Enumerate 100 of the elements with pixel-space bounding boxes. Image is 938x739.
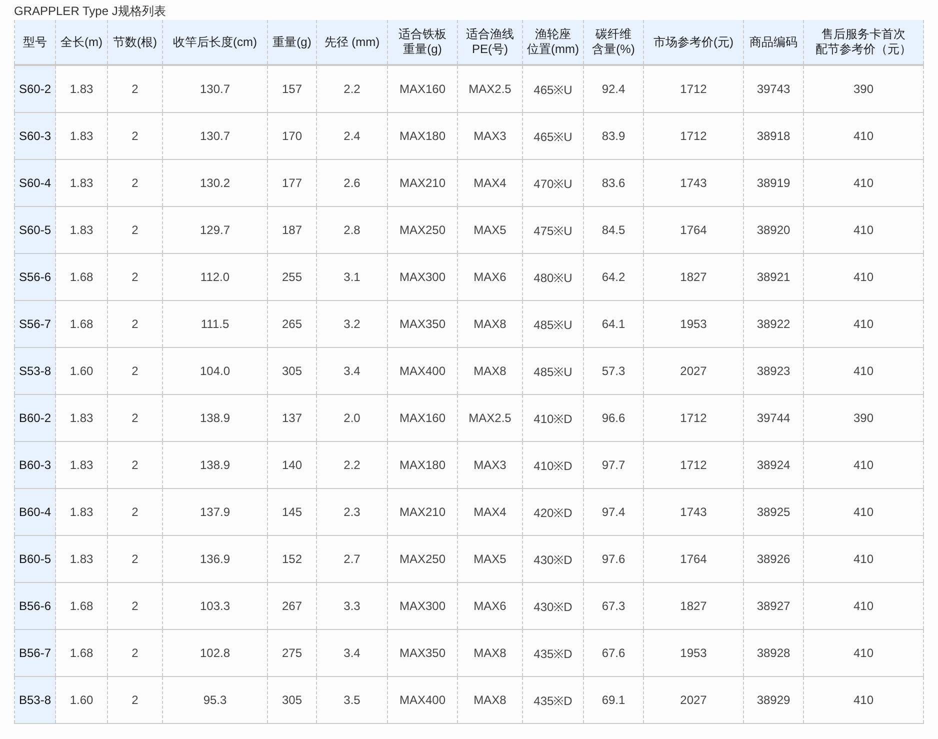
column-header: 节数(根) xyxy=(113,34,157,50)
table-cell: 38920 xyxy=(744,206,804,254)
table-cell: 157 xyxy=(268,65,316,112)
column-header: 渔轮座 xyxy=(535,27,571,42)
table-cell: 1.83 xyxy=(56,536,108,582)
table-cell: 38925 xyxy=(744,488,804,536)
table-cell: MAX5 xyxy=(458,536,522,582)
table-cell: 2.2 xyxy=(316,65,388,112)
table-cell: 1.83 xyxy=(56,160,108,206)
table-cell: 1.83 xyxy=(56,442,108,488)
table-cell: 1.60 xyxy=(56,348,108,394)
table-cell: MAX4 xyxy=(458,160,522,206)
table-cell: 1.68 xyxy=(56,300,108,348)
table-cell: MAX300 xyxy=(388,582,458,630)
table-cell: 102.8 xyxy=(162,630,268,676)
row-header-cell: B56-6 xyxy=(14,582,56,630)
table-cell: 67.3 xyxy=(584,582,644,630)
table-cell: 410 xyxy=(804,206,924,254)
table-cell: MAX6 xyxy=(458,582,522,630)
table-cell: 1953 xyxy=(644,300,744,348)
table-cell: MAX180 xyxy=(388,442,458,488)
table-cell: 410 xyxy=(804,630,924,676)
table-cell: 2.0 xyxy=(316,394,388,442)
table-cell: 2 xyxy=(108,112,162,160)
column-header: 市场参考价(元) xyxy=(654,34,734,50)
table-cell: MAX8 xyxy=(458,630,522,676)
table-cell: 64.1 xyxy=(584,300,644,348)
table-cell: 1.60 xyxy=(56,676,108,724)
table-cell: 3.1 xyxy=(316,254,388,300)
table-cell: 97.6 xyxy=(584,536,644,582)
table-cell: 305 xyxy=(268,676,316,724)
table-cell: 3.5 xyxy=(316,676,388,724)
column-header: 含量(%) xyxy=(592,42,635,57)
table-cell: 435※D xyxy=(522,676,584,724)
table-cell: 96.6 xyxy=(584,394,644,442)
row-header-cell: S60-2 xyxy=(14,65,56,112)
table-cell: 95.3 xyxy=(162,676,268,724)
table-cell: 38922 xyxy=(744,300,804,348)
table-cell: 39744 xyxy=(744,394,804,442)
column-header: PE(号) xyxy=(472,42,508,57)
table-cell: 265 xyxy=(268,300,316,348)
table-cell: 136.9 xyxy=(162,536,268,582)
table-cell: MAX2.5 xyxy=(458,394,522,442)
table-cell: 38926 xyxy=(744,536,804,582)
table-cell: 3.3 xyxy=(316,582,388,630)
table-cell: 2 xyxy=(108,300,162,348)
table-cell: 410 xyxy=(804,582,924,630)
column-header: 售后服务卡首次 xyxy=(822,27,906,42)
table-cell: 92.4 xyxy=(584,65,644,112)
table-cell: 410 xyxy=(804,254,924,300)
table-cell: 145 xyxy=(268,488,316,536)
table-cell: 111.5 xyxy=(162,300,268,348)
table-cell: 410 xyxy=(804,112,924,160)
table-cell: 2.6 xyxy=(316,160,388,206)
table-cell: 410 xyxy=(804,442,924,488)
table-cell: 38921 xyxy=(744,254,804,300)
table-cell: 152 xyxy=(268,536,316,582)
table-cell: 38923 xyxy=(744,348,804,394)
table-cell: 430※D xyxy=(522,582,584,630)
column-header: 收竿后长度(cm) xyxy=(173,34,257,50)
table-cell: 2 xyxy=(108,254,162,300)
table-cell: MAX210 xyxy=(388,488,458,536)
table-cell: 465※U xyxy=(522,65,584,112)
table-cell: 435※D xyxy=(522,630,584,676)
table-cell: 1.68 xyxy=(56,630,108,676)
table-cell: 305 xyxy=(268,348,316,394)
table-cell: 470※U xyxy=(522,160,584,206)
table-cell: 64.2 xyxy=(584,254,644,300)
row-header-cell: B60-4 xyxy=(14,488,56,536)
table-cell: 1.83 xyxy=(56,394,108,442)
table-cell: 2 xyxy=(108,442,162,488)
column-header: 碳纤维 xyxy=(596,27,632,42)
column-header: 型号 xyxy=(23,34,47,50)
table-cell: 67.6 xyxy=(584,630,644,676)
table-cell: 137 xyxy=(268,394,316,442)
table-cell: 104.0 xyxy=(162,348,268,394)
table-cell: MAX160 xyxy=(388,394,458,442)
table-cell: 97.4 xyxy=(584,488,644,536)
table-cell: MAX5 xyxy=(458,206,522,254)
table-cell: 83.9 xyxy=(584,112,644,160)
table-cell: 485※U xyxy=(522,300,584,348)
table-cell: 112.0 xyxy=(162,254,268,300)
table-cell: 38929 xyxy=(744,676,804,724)
table-cell: MAX400 xyxy=(388,676,458,724)
table-cell: 138.9 xyxy=(162,442,268,488)
row-header-cell: S56-6 xyxy=(14,254,56,300)
table-cell: MAX300 xyxy=(388,254,458,300)
table-cell: 2 xyxy=(108,676,162,724)
table-cell: 1.68 xyxy=(56,582,108,630)
table-cell: MAX250 xyxy=(388,536,458,582)
table-cell: 39743 xyxy=(744,65,804,112)
row-header-cell: B60-2 xyxy=(14,394,56,442)
table-cell: 2 xyxy=(108,206,162,254)
table-cell: 38918 xyxy=(744,112,804,160)
table-cell: 69.1 xyxy=(584,676,644,724)
table-cell: 410 xyxy=(804,348,924,394)
table-cell: 275 xyxy=(268,630,316,676)
table-cell: 1.83 xyxy=(56,206,108,254)
table-cell: 1.83 xyxy=(56,65,108,112)
column-header: 商品编码 xyxy=(750,34,798,50)
